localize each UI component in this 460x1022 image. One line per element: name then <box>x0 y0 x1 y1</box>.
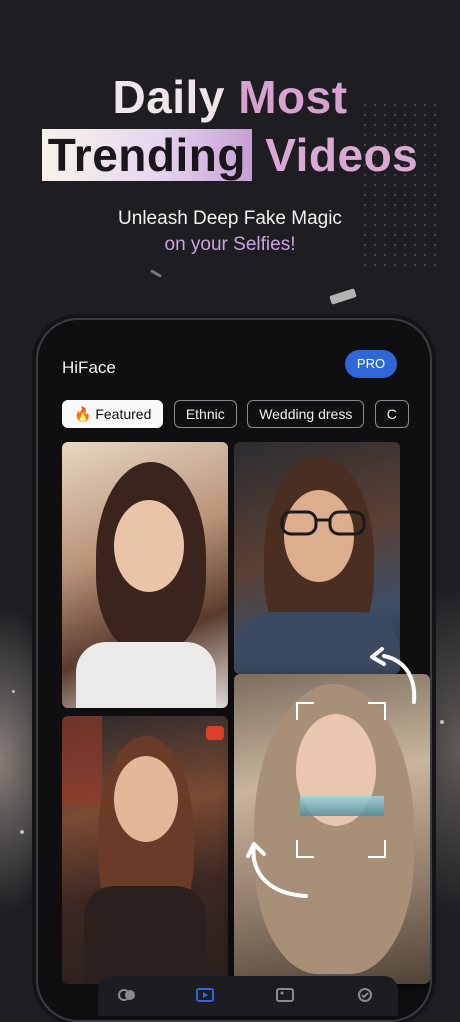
video-icon[interactable] <box>196 988 214 1002</box>
video-card[interactable] <box>62 716 228 984</box>
hero-subtitle: Unleash Deep Fake Magic on your Selfies! <box>0 206 460 258</box>
dust-particle <box>150 269 162 278</box>
hero-title-line2: Trending Videos <box>0 128 460 182</box>
swap-arrow-down-icon <box>246 842 308 898</box>
hero-subtitle-line1: Unleash Deep Fake Magic <box>118 208 342 229</box>
bottom-nav <box>98 976 398 1016</box>
background-window <box>62 716 102 806</box>
tab-wedding-dress[interactable]: Wedding dress <box>247 400 365 428</box>
video-card[interactable] <box>62 442 228 708</box>
portrait-face <box>114 500 184 592</box>
tab-ethnic[interactable]: Ethnic <box>173 400 237 428</box>
face-swap-card[interactable] <box>234 674 430 984</box>
pro-button[interactable]: PRO <box>345 350 397 378</box>
portrait-face <box>114 756 178 842</box>
hero-word-most: Most <box>238 71 348 123</box>
dust-particle <box>12 690 15 693</box>
hero-word-daily: Daily <box>112 71 225 123</box>
tab-more[interactable]: C <box>374 400 409 428</box>
background-lamp <box>206 726 224 740</box>
video-card[interactable] <box>234 442 400 674</box>
dust-particle <box>20 830 24 834</box>
portrait-dress <box>76 642 216 708</box>
dust-particle <box>440 720 444 724</box>
category-tabs: 🔥 Featured Ethnic Wedding dress C <box>62 400 415 428</box>
check-icon[interactable] <box>356 988 374 1002</box>
hero-subtitle-line2: on your Selfies! <box>164 234 296 255</box>
hero-highlight-trending: Trending <box>41 129 252 181</box>
dust-particle <box>329 288 357 305</box>
scan-frame-corner <box>368 840 386 858</box>
glasses-icon <box>280 510 366 536</box>
app-title: HiFace <box>62 358 116 377</box>
tab-featured[interactable]: 🔥 Featured <box>62 400 164 428</box>
hero-word-videos: Videos <box>265 129 419 181</box>
swap-arrow-up-icon <box>370 647 417 704</box>
scan-frame-corner <box>296 702 314 720</box>
face-scan-band <box>300 796 384 816</box>
portrait-dress <box>84 886 206 984</box>
phone-mockup: HiFace PRO 🔥 Featured Ethnic Wedding dre… <box>36 318 432 1022</box>
hero-title-line1: Daily Most <box>0 70 460 124</box>
face-swap-icon[interactable] <box>118 988 136 1002</box>
photo-icon[interactable] <box>276 988 294 1002</box>
